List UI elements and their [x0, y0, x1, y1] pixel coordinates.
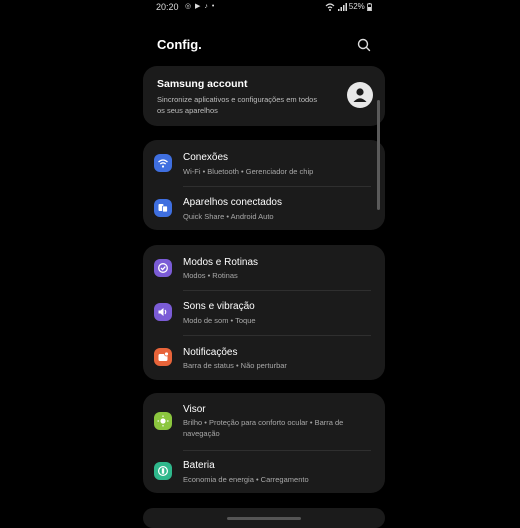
notification-icons: ◎ ▶ ♪ • — [185, 3, 216, 10]
item-title: Visor — [183, 404, 206, 415]
item-subtitle: Brilho • Proteção para conforto ocular •… — [183, 418, 344, 438]
page-title: Config. — [157, 37, 202, 52]
settings-item-notifications[interactable]: Notificações Barra de status • Não pertu… — [143, 335, 385, 379]
notification-icon — [154, 348, 172, 366]
item-subtitle: Modo de som • Toque — [183, 316, 256, 325]
settings-item-connections[interactable]: Conexões Wi-Fi • Bluetooth • Gerenciador… — [143, 140, 385, 184]
item-title: Bateria — [183, 460, 215, 471]
item-title: Notificações — [183, 347, 238, 358]
battery-settings-icon — [154, 462, 172, 480]
status-time: 20:20 — [156, 2, 179, 12]
account-title: Samsung account — [157, 78, 248, 90]
search-button[interactable] — [355, 36, 373, 54]
display-icon — [154, 412, 172, 430]
settings-item-battery[interactable]: Bateria Economia de energia • Carregamen… — [143, 450, 385, 494]
item-title: Conexões — [183, 152, 229, 163]
card-connections: Conexões Wi-Fi • Bluetooth • Gerenciador… — [143, 140, 385, 230]
item-subtitle: Wi-Fi • Bluetooth • Gerenciador de chip — [183, 167, 314, 176]
scrollbar[interactable] — [377, 100, 380, 210]
card-display-battery: Visor Brilho • Proteção para conforto oc… — [143, 393, 385, 493]
search-icon — [357, 38, 371, 52]
avatar[interactable] — [347, 82, 373, 108]
item-subtitle: Modos • Rotinas — [183, 271, 238, 280]
card-modes-sounds: Modos e Rotinas Modos • Rotinas Sons e v… — [143, 245, 385, 380]
settings-item-connected-devices[interactable]: Aparelhos conectados Quick Share • Andro… — [143, 186, 385, 230]
item-subtitle: Economia de energia • Carregamento — [183, 475, 309, 484]
battery-percent: 52% — [348, 2, 365, 11]
samsung-account-card[interactable]: Samsung account Sincronize aplicativos e… — [143, 66, 385, 126]
wifi-signal-icon — [325, 3, 335, 11]
settings-screen: 20:20 ◎ ▶ ♪ • 52% Config. Samsung accoun… — [143, 0, 385, 528]
sound-icon — [154, 303, 172, 321]
battery-status: 52% — [325, 2, 372, 12]
devices-icon — [154, 199, 172, 217]
battery-icon — [367, 2, 372, 12]
status-bar: 20:20 ◎ ▶ ♪ • 52% — [143, 0, 385, 14]
person-icon — [353, 88, 367, 102]
cell-signal-icon — [337, 2, 347, 11]
item-title: Aparelhos conectados — [183, 197, 282, 208]
item-title: Sons e vibração — [183, 301, 255, 312]
settings-item-sounds-vibration[interactable]: Sons e vibração Modo de som • Toque — [143, 290, 385, 334]
wifi-icon — [154, 154, 172, 172]
item-title: Modos e Rotinas — [183, 257, 259, 268]
page-header: Config. — [143, 32, 385, 60]
account-subtitle: Sincronize aplicativos e configurações e… — [157, 95, 318, 115]
item-subtitle: Barra de status • Não perturbar — [183, 361, 287, 370]
item-subtitle: Quick Share • Android Auto — [183, 212, 274, 221]
modes-icon — [154, 259, 172, 277]
settings-item-display[interactable]: Visor Brilho • Proteção para conforto oc… — [143, 393, 385, 449]
settings-item-modes-routines[interactable]: Modos e Rotinas Modos • Rotinas — [143, 245, 385, 289]
